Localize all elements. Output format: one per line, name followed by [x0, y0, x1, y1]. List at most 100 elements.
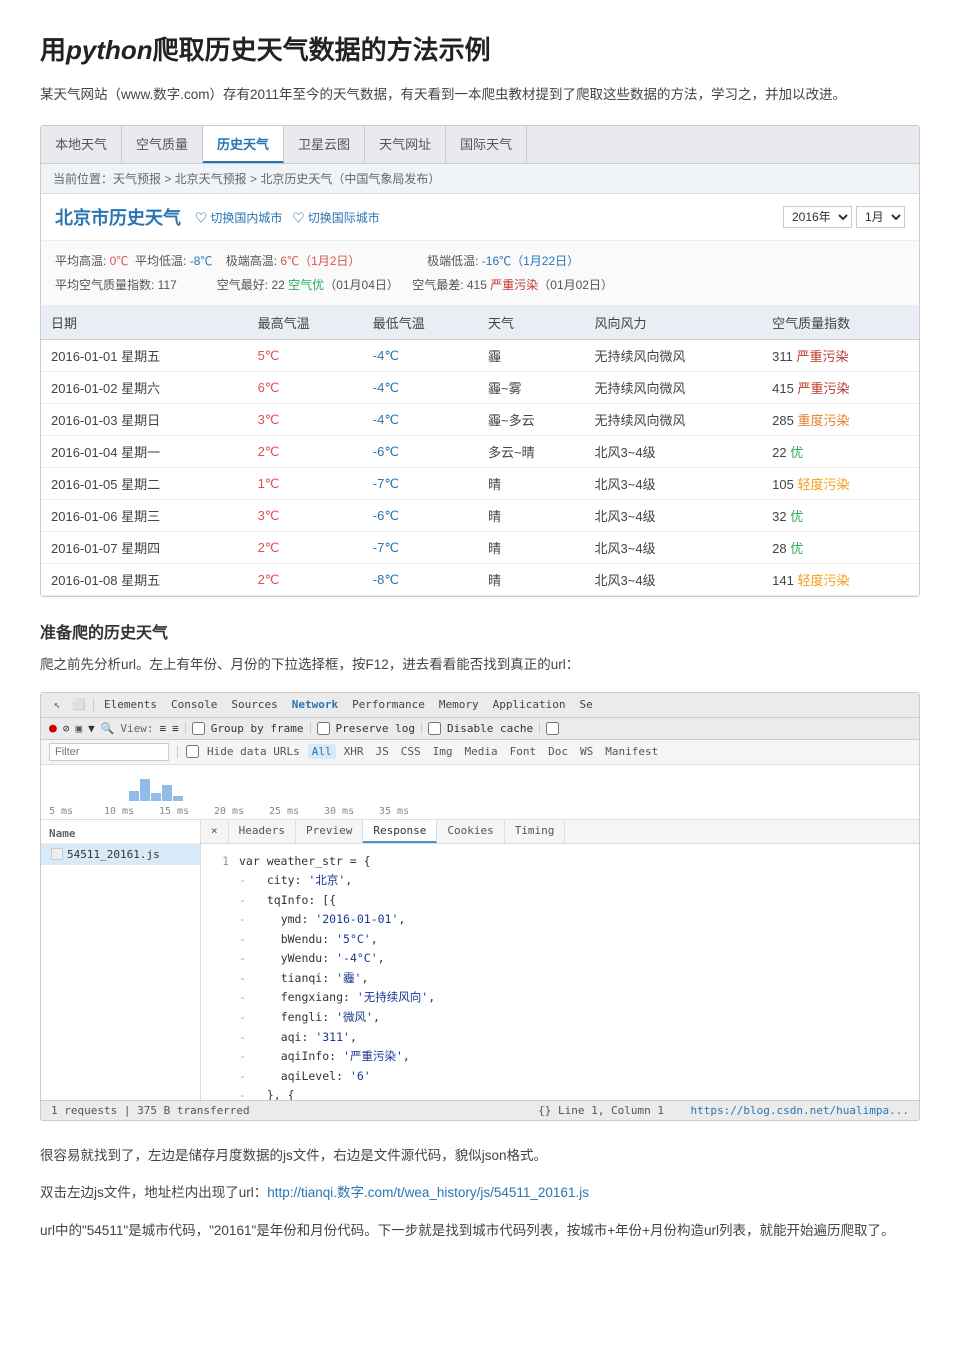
preview-tab[interactable]: Preview	[296, 820, 363, 843]
cell-aqi: 285 重度污染	[762, 404, 919, 436]
code-line-10: - aqi: '311',	[209, 1028, 911, 1048]
cell-wind: 无持续风向微风	[585, 404, 763, 436]
cell-weather: 晴	[478, 500, 585, 532]
filter-font[interactable]: Font	[506, 744, 541, 759]
table-row: 2016-01-05 星期二 1℃ -7℃ 晴 北风3~4级 105 轻度污染	[41, 468, 919, 500]
filter-js[interactable]: JS	[371, 744, 392, 759]
network-tab[interactable]: Network	[288, 697, 342, 712]
filter-manifest[interactable]: Manifest	[601, 744, 662, 759]
group-by-frame-label: Group by frame	[211, 722, 304, 735]
preserve-log-label: Preserve log	[336, 722, 415, 735]
view-grid-icon[interactable]: ≡	[172, 722, 179, 735]
tab-local-weather[interactable]: 本地天气	[41, 126, 122, 163]
weather-table: 日期 最高气温 最低气温 天气 风向风力 空气质量指数 2016-01-01 星…	[41, 306, 919, 596]
tab-weather-sites[interactable]: 天气网址	[365, 126, 446, 163]
tab-historical-weather[interactable]: 历史天气	[203, 126, 284, 163]
filter-media[interactable]: Media	[460, 744, 501, 759]
timeline-bar	[151, 793, 161, 801]
cell-date: 2016-01-03 星期日	[41, 404, 248, 436]
status-url[interactable]: https://blog.csdn.net/hualimpa...	[690, 1104, 909, 1117]
timing-tab[interactable]: Timing	[505, 820, 566, 843]
cell-high: 3℃	[248, 500, 363, 532]
tick-15ms: 15 ms	[159, 806, 214, 817]
col-aqi: 空气质量指数	[762, 306, 919, 340]
disable-cache-checkbox[interactable]	[428, 722, 441, 735]
tick-10ms: 10 ms	[104, 806, 159, 817]
code-line-9: - fengli: '微风',	[209, 1008, 911, 1028]
offline-checkbox[interactable]	[546, 722, 559, 735]
tab-air-quality[interactable]: 空气质量	[122, 126, 203, 163]
record-icon[interactable]: ●	[49, 721, 57, 736]
filter-types: All XHR JS CSS Img Media Font Doc WS Man…	[308, 744, 662, 759]
cell-aqi: 105 轻度污染	[762, 468, 919, 500]
year-select[interactable]: 2016年 2015年 2014年	[783, 206, 852, 228]
tab-satellite[interactable]: 卫星云图	[284, 126, 365, 163]
filter-icon[interactable]: ▼	[88, 722, 95, 735]
inspect-icon[interactable]: ⬜	[71, 697, 87, 713]
cell-weather: 晴	[478, 468, 585, 500]
hide-data-urls-checkbox[interactable]	[186, 745, 199, 758]
filter-all[interactable]: All	[308, 744, 336, 759]
file-name: 54511_20161.js	[67, 848, 160, 861]
tick-25ms: 25 ms	[269, 806, 324, 817]
cell-aqi: 311 严重污染	[762, 340, 919, 372]
weather-widget: 本地天气 空气质量 历史天气 卫星云图 天气网址 国际天气 当前位置：天气预报 …	[40, 125, 920, 597]
tab-international[interactable]: 国际天气	[446, 126, 527, 163]
cursor-icon[interactable]: ↖	[49, 697, 65, 713]
filter-input[interactable]	[49, 743, 169, 761]
view-list-icon[interactable]: ≡	[160, 722, 167, 735]
cell-aqi: 415 严重污染	[762, 372, 919, 404]
cookies-tab[interactable]: Cookies	[437, 820, 504, 843]
security-tab[interactable]: Se	[576, 697, 597, 712]
stop-icon[interactable]: ⊘	[63, 722, 70, 735]
cell-low: -4℃	[363, 404, 478, 436]
month-select[interactable]: 1月 2月 3月	[856, 206, 905, 228]
switch-domestic-btn[interactable]: 切换国内城市	[195, 209, 282, 226]
search-icon[interactable]: 🔍	[101, 722, 115, 735]
title-bold: python	[66, 35, 153, 65]
devtools-content: Name 54511_20161.js × Headers Preview Re…	[41, 820, 919, 1100]
hide-data-urls-label: Hide data URLs	[207, 745, 300, 758]
cell-low: -7℃	[363, 468, 478, 500]
cell-low: -4℃	[363, 372, 478, 404]
memory-tab[interactable]: Memory	[435, 697, 483, 712]
file-item-js[interactable]: 54511_20161.js	[41, 844, 200, 865]
cell-aqi: 22 优	[762, 436, 919, 468]
tick-30ms: 30 ms	[324, 806, 379, 817]
code-line-6: - yWendu: '-4°C',	[209, 949, 911, 969]
table-row: 2016-01-08 星期五 2℃ -8℃ 晴 北风3~4级 141 轻度污染	[41, 564, 919, 596]
performance-tab[interactable]: Performance	[348, 697, 429, 712]
devtools-panel: ↖ ⬜ Elements Console Sources Network Per…	[40, 692, 920, 1121]
switch-international-btn[interactable]: 切换国际城市	[292, 209, 379, 226]
code-line-2: - city: '北京',	[209, 871, 911, 891]
url-link[interactable]: http://tianqi.数字.com/t/wea_history/js/54…	[267, 1185, 589, 1200]
filter-row: Hide data URLs All XHR JS CSS Img Media …	[41, 740, 919, 765]
cell-date: 2016-01-08 星期五	[41, 564, 248, 596]
elements-tab[interactable]: Elements	[100, 697, 161, 712]
filter-img[interactable]: Img	[429, 744, 457, 759]
filter-css[interactable]: CSS	[397, 744, 425, 759]
close-tab[interactable]: ×	[201, 820, 229, 843]
cell-date: 2016-01-02 星期六	[41, 372, 248, 404]
status-icon: {}	[538, 1104, 551, 1117]
code-line-4: - ymd: '2016-01-01',	[209, 910, 911, 930]
console-tab[interactable]: Console	[167, 697, 221, 712]
filter-doc[interactable]: Doc	[544, 744, 572, 759]
tick-35ms: 35 ms	[379, 806, 434, 817]
block-icon[interactable]: ▣	[75, 722, 82, 735]
filter-xhr[interactable]: XHR	[340, 744, 368, 759]
preserve-log-checkbox[interactable]	[317, 722, 330, 735]
timeline-bar	[140, 779, 150, 801]
filter-ws[interactable]: WS	[576, 744, 597, 759]
cell-wind: 北风3~4级	[585, 436, 763, 468]
code-line-1: 1 var weather_str = {	[209, 852, 911, 872]
group-by-frame-checkbox[interactable]	[192, 722, 205, 735]
response-tab[interactable]: Response	[363, 820, 437, 843]
sources-tab[interactable]: Sources	[227, 697, 281, 712]
application-tab[interactable]: Application	[489, 697, 570, 712]
headers-tab[interactable]: Headers	[229, 820, 296, 843]
file-icon	[51, 848, 63, 860]
table-row: 2016-01-06 星期三 3℃ -6℃ 晴 北风3~4级 32 优	[41, 500, 919, 532]
table-row: 2016-01-01 星期五 5℃ -4℃ 霾 无持续风向微风 311 严重污染	[41, 340, 919, 372]
tick-5ms: 5 ms	[49, 806, 104, 817]
